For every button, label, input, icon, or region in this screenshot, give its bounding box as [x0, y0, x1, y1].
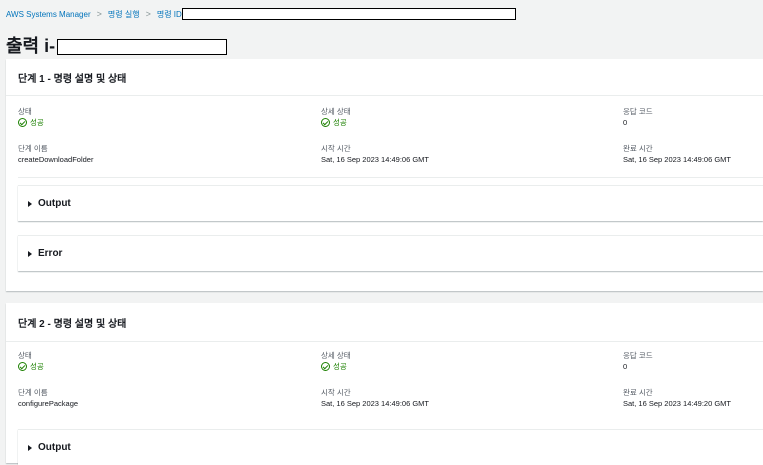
redacted-instance-id: [57, 38, 228, 55]
divider: [18, 177, 763, 178]
check-circle-icon: [18, 362, 27, 371]
redacted-command-id: [181, 8, 516, 20]
start-time-value: Sat, 16 Sep 2023 14:49:06 GMT: [321, 399, 429, 408]
error-expander[interactable]: Error: [18, 235, 763, 271]
status-text: 성공: [30, 362, 44, 371]
status-field: 상태 성공: [18, 106, 44, 128]
detail-status-field: 상세 상태 성공: [321, 106, 351, 128]
response-code-field: 응답 코드 0: [623, 106, 653, 128]
caret-right-icon: [28, 200, 32, 207]
response-code-field: 응답 코드 0: [623, 350, 653, 372]
step-1-details: 상태 성공 상세 상태 성공 응답 코드 0 단계 이름 createDownl…: [6, 96, 763, 176]
response-code-value: 0: [623, 118, 628, 127]
end-time-value: Sat, 16 Sep 2023 14:49:20 GMT: [623, 399, 731, 408]
end-time-label: 완료 시간: [623, 144, 653, 153]
start-time-field: 시작 시간 Sat, 16 Sep 2023 14:49:06 GMT: [321, 387, 429, 409]
step-name-field: 단계 이름 createDownloadFolder: [18, 143, 93, 165]
end-time-field: 완료 시간 Sat, 16 Sep 2023 14:49:20 GMT: [623, 387, 731, 409]
response-code-value: 0: [623, 362, 628, 371]
detail-status-label: 상세 상태: [321, 107, 351, 116]
breadcrumb-separator: >: [96, 9, 102, 19]
response-code-label: 응답 코드: [623, 107, 653, 116]
end-time-label: 완료 시간: [623, 388, 653, 397]
status-label: 상태: [18, 107, 32, 116]
detail-status-field: 상세 상태 성공: [321, 350, 351, 372]
step-2-details: 상태 성공 상세 상태 성공 응답 코드 0 단계 이름 configurePa…: [6, 342, 763, 422]
detail-status-text: 성공: [333, 118, 347, 127]
check-circle-icon: [18, 118, 27, 127]
step-name-label: 단계 이름: [18, 144, 48, 153]
end-time-value: Sat, 16 Sep 2023 14:49:06 GMT: [623, 155, 731, 164]
page-title-text: 출력 i-: [6, 36, 56, 56]
start-time-value: Sat, 16 Sep 2023 14:49:06 GMT: [321, 155, 429, 164]
breadcrumb: AWS Systems Manager > 명령 실행 > 명령 ID: [6, 6, 516, 22]
status-value: 성공: [18, 117, 44, 128]
caret-right-icon: [28, 250, 32, 257]
caret-right-icon: [28, 444, 32, 451]
step-2-header: 단계 2 - 명령 설명 및 상태: [6, 303, 763, 342]
breadcrumb-separator: >: [145, 9, 151, 19]
output-expander[interactable]: Output: [18, 429, 763, 465]
page-title: 출력 i-: [6, 32, 228, 58]
end-time-field: 완료 시간 Sat, 16 Sep 2023 14:49:06 GMT: [623, 143, 731, 165]
status-label: 상태: [18, 351, 32, 360]
detail-status-value: 성공: [321, 361, 351, 372]
breadcrumb-run-command[interactable]: 명령 실행: [108, 9, 140, 20]
status-field: 상태 성공: [18, 350, 44, 372]
step-name-value: configurePackage: [18, 399, 79, 408]
detail-status-value: 성공: [321, 117, 351, 128]
response-code-label: 응답 코드: [623, 351, 653, 360]
start-time-label: 시작 시간: [321, 388, 351, 397]
output-expander[interactable]: Output: [18, 185, 763, 221]
step-name-label: 단계 이름: [18, 388, 48, 397]
step-1-panel: 단계 1 - 명령 설명 및 상태 상태 성공 상세 상태 성공 응답 코드 0…: [6, 59, 763, 291]
status-value: 성공: [18, 361, 44, 372]
step-name-value: createDownloadFolder: [18, 155, 94, 164]
status-text: 성공: [30, 118, 44, 127]
step-2-panel: 단계 2 - 명령 설명 및 상태 상태 성공 상세 상태 성공 응답 코드 0…: [6, 303, 763, 465]
error-label: Error: [38, 248, 63, 259]
output-label: Output: [38, 198, 71, 209]
detail-status-label: 상세 상태: [321, 351, 351, 360]
start-time-label: 시작 시간: [321, 144, 351, 153]
step-1-header: 단계 1 - 명령 설명 및 상태: [6, 59, 763, 96]
breadcrumb-command-id[interactable]: 명령 ID: [157, 9, 182, 20]
detail-status-text: 성공: [333, 362, 347, 371]
breadcrumb-systems-manager[interactable]: AWS Systems Manager: [6, 10, 91, 19]
start-time-field: 시작 시간 Sat, 16 Sep 2023 14:49:06 GMT: [321, 143, 429, 165]
check-circle-icon: [321, 118, 330, 127]
step-name-field: 단계 이름 configurePackage: [18, 387, 78, 409]
check-circle-icon: [321, 362, 330, 371]
output-label: Output: [38, 442, 71, 453]
